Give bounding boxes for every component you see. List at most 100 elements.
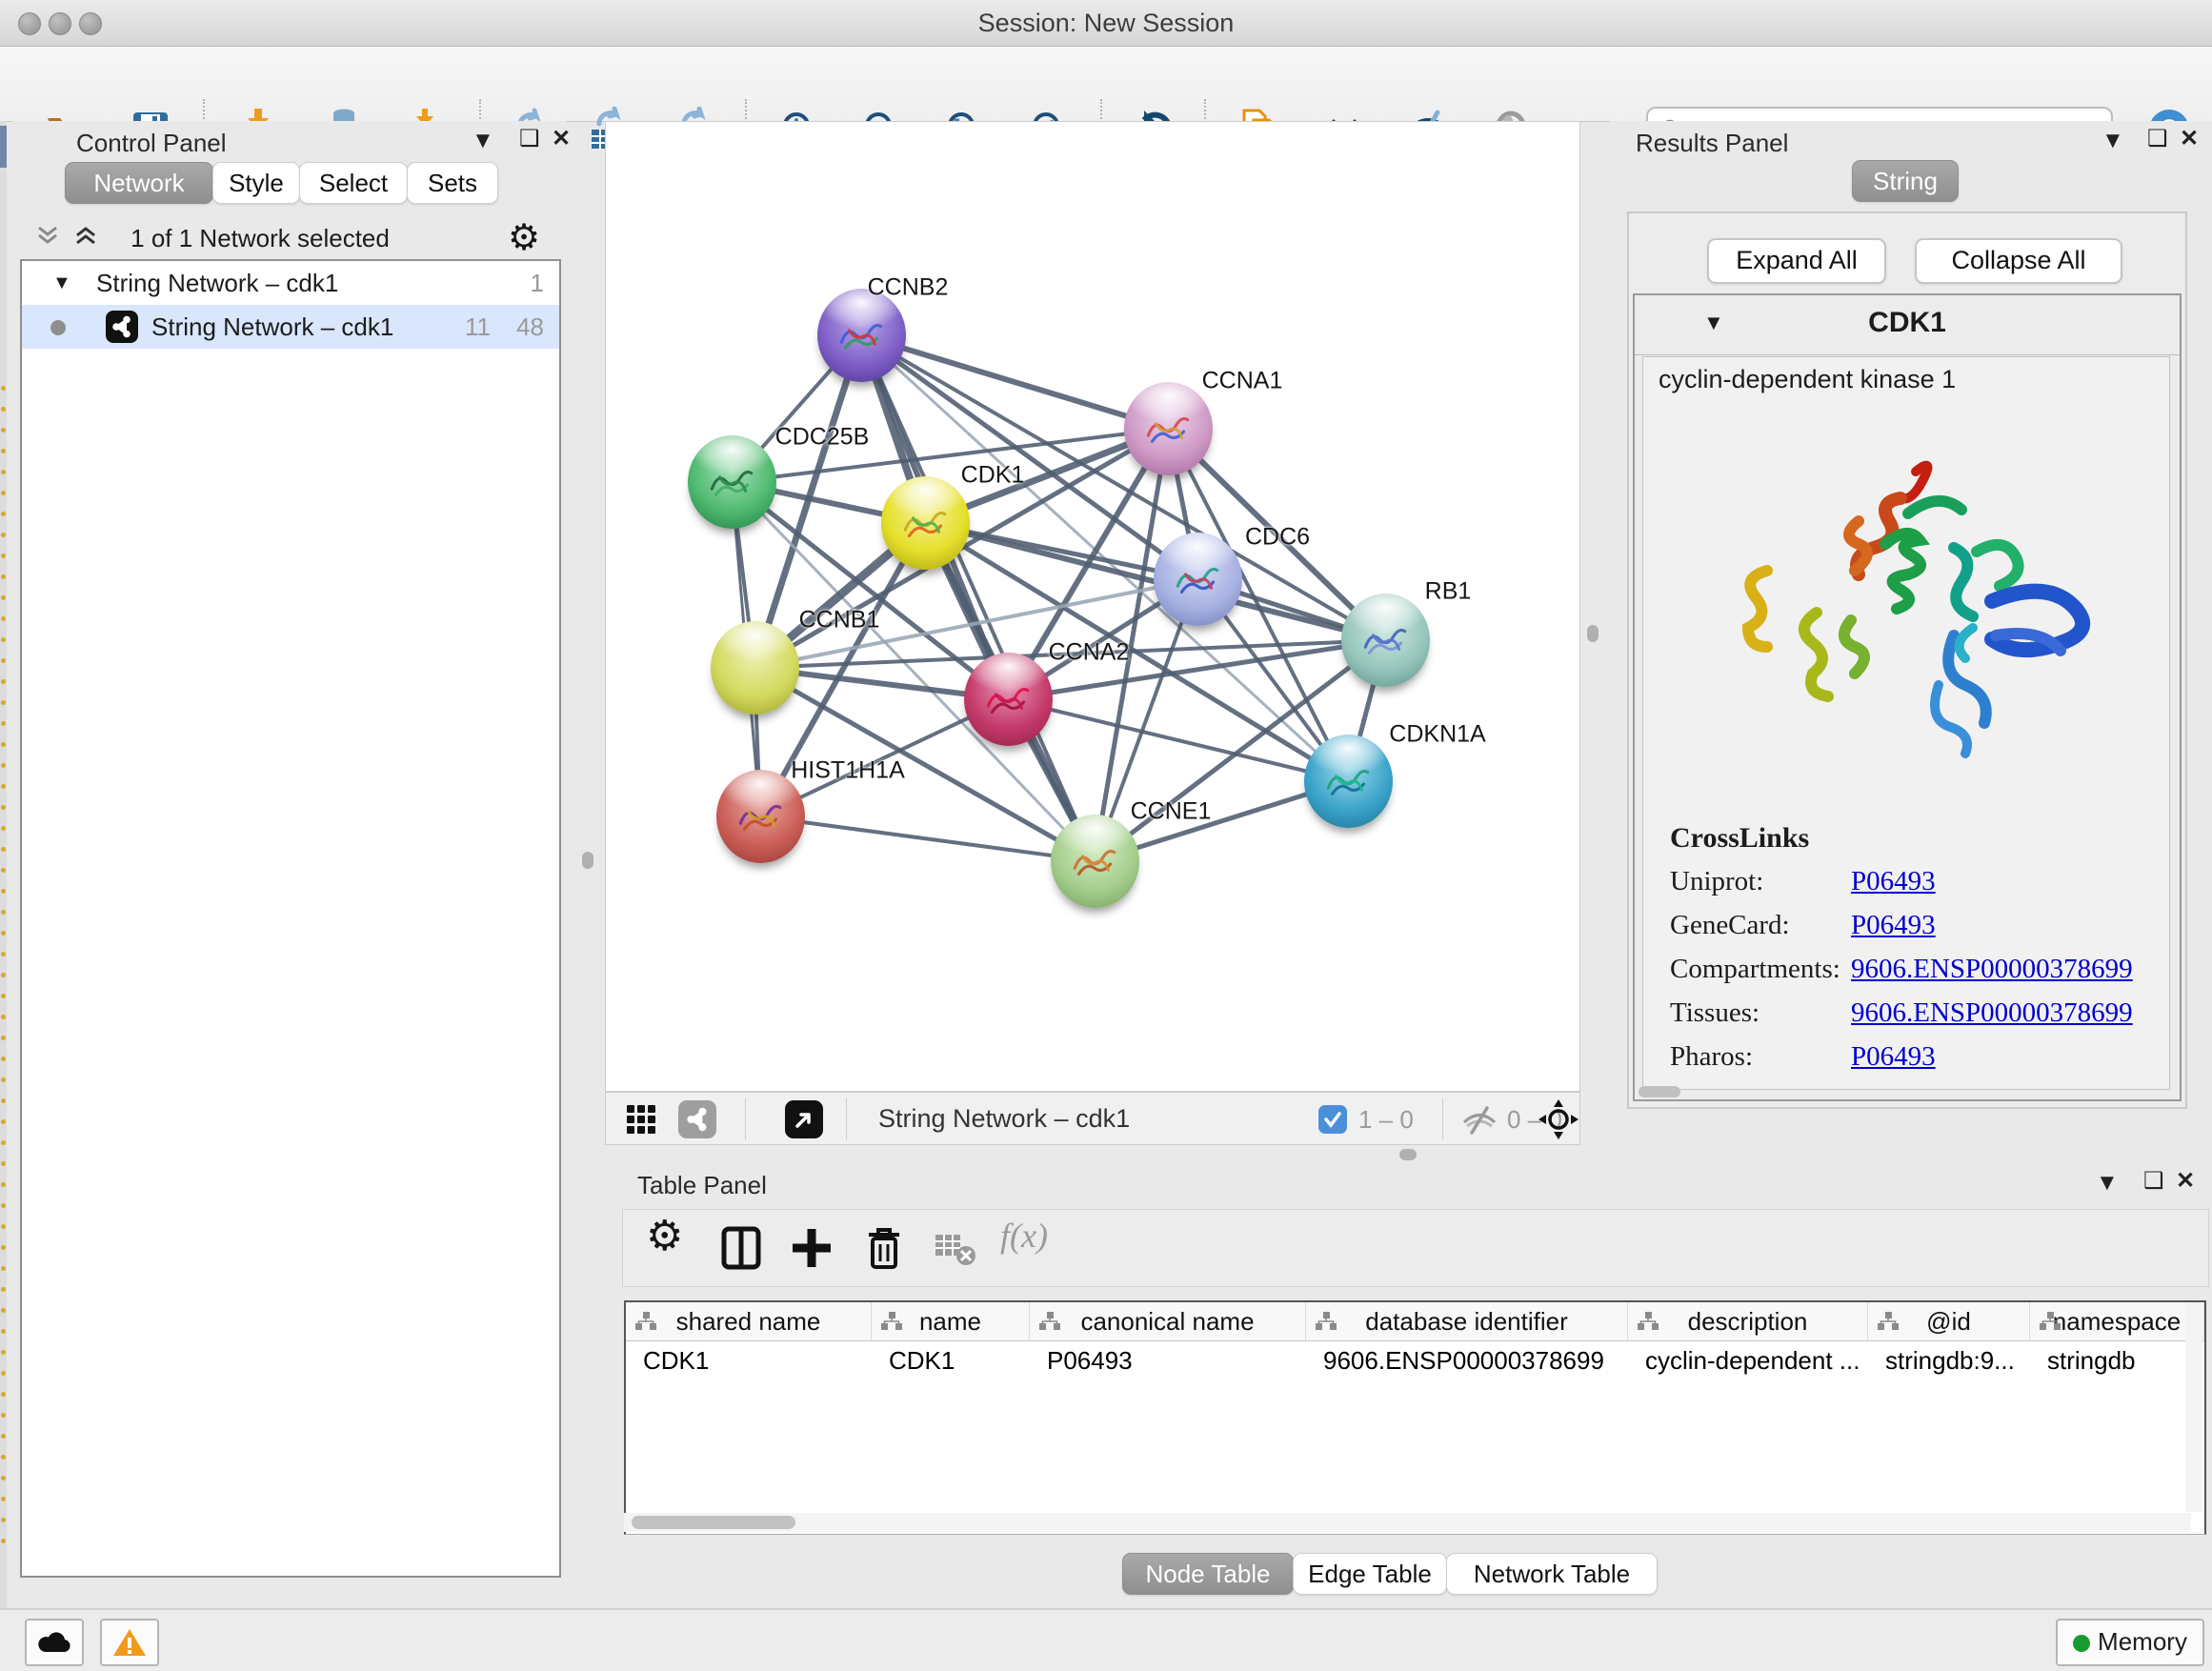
table-panel: Table Panel ▼ ❑ ✕ ⚙ f(x) shared namename… xyxy=(617,1167,2212,1602)
memory-label: Memory xyxy=(2098,1627,2187,1656)
network-node-rb1[interactable] xyxy=(1341,594,1430,687)
grid-view-icon[interactable] xyxy=(625,1103,657,1136)
collapse-all-button[interactable]: Collapse All xyxy=(1915,238,2122,284)
crosslink-link[interactable]: 9606.ENSP00000378699 xyxy=(1851,997,2133,1029)
memory-status-icon xyxy=(2073,1635,2090,1652)
network-view-title: String Network – cdk1 xyxy=(878,1104,1130,1134)
tab-node-table[interactable]: Node Table xyxy=(1122,1553,1294,1595)
column-header-6[interactable]: @id xyxy=(1868,1302,2030,1340)
cloud-button[interactable] xyxy=(25,1619,84,1666)
crosslink-link[interactable]: P06493 xyxy=(1851,866,1936,897)
collection-label: String Network – cdk1 xyxy=(96,261,338,305)
cloud-icon xyxy=(37,1629,71,1654)
network-edge[interactable] xyxy=(861,335,1168,429)
node-structure-icon xyxy=(834,309,889,364)
column-header-1[interactable]: shared name xyxy=(626,1302,872,1340)
crosslink-link[interactable]: 9606.ENSP00000378699 xyxy=(1851,954,2133,985)
network-node-cdkn1a[interactable] xyxy=(1304,735,1393,828)
selected-checkbox-icon[interactable] xyxy=(1318,1105,1347,1134)
expand-all-button[interactable]: Expand All xyxy=(1707,238,1886,284)
network-options-gear-icon[interactable]: ⚙ xyxy=(508,216,540,259)
network-node-ccna1[interactable] xyxy=(1124,382,1213,475)
network-node-count: 11 xyxy=(465,305,491,349)
delete-column-icon[interactable] xyxy=(859,1223,909,1273)
column-tree-icon xyxy=(633,1311,658,1332)
table-cell[interactable]: CDK1 xyxy=(626,1341,872,1379)
column-header-4[interactable]: database identifier xyxy=(1306,1302,1628,1340)
network-node-ccnb2[interactable] xyxy=(817,289,906,382)
tab-string[interactable]: String xyxy=(1852,160,1959,202)
show-columns-icon[interactable] xyxy=(716,1223,766,1273)
tab-network[interactable]: Network xyxy=(65,162,213,204)
node-structure-icon xyxy=(1067,835,1122,890)
column-header-7[interactable]: namespace xyxy=(2030,1302,2204,1340)
bottom-split-handle[interactable] xyxy=(1399,1149,1417,1160)
network-node-ccna2[interactable] xyxy=(964,653,1053,746)
network-row-selected[interactable]: String Network – cdk1 11 48 xyxy=(22,305,559,349)
network-edge[interactable] xyxy=(760,816,1095,861)
control-panel-close-icon[interactable]: ✕ xyxy=(552,127,571,151)
tab-style[interactable]: Style xyxy=(212,162,300,204)
node-label: CDK1 xyxy=(961,462,1025,490)
table-gear-icon[interactable]: ⚙ xyxy=(646,1212,683,1260)
tab-select[interactable]: Select xyxy=(299,162,408,204)
network-collection-row[interactable]: ▼ String Network – cdk1 1 xyxy=(22,261,559,305)
node-structure-icon xyxy=(1320,755,1376,810)
table-cell[interactable]: P06493 xyxy=(1030,1341,1306,1379)
table-panel-close-icon[interactable]: ✕ xyxy=(2176,1169,2195,1194)
table-panel-float-icon[interactable]: ❑ xyxy=(2143,1169,2164,1194)
node-table: shared name namecanonical namedatabase id… xyxy=(624,1300,2206,1535)
crosslink-link[interactable]: P06493 xyxy=(1851,1041,1936,1073)
table-panel-menu-icon[interactable]: ▼ xyxy=(2096,1171,2119,1196)
card-hscroll-thumb[interactable] xyxy=(1639,1086,1680,1097)
network-node-cdc25b[interactable] xyxy=(688,435,776,529)
column-header-label: shared name xyxy=(676,1307,821,1336)
protein-card-body: cyclin-dependent kinase 1 xyxy=(1642,356,2170,1090)
table-vscroll[interactable] xyxy=(2185,1302,2202,1512)
tab-sets[interactable]: Sets xyxy=(407,162,498,204)
control-panel-title: Control Panel xyxy=(76,129,227,158)
network-node-ccne1[interactable] xyxy=(1051,815,1139,908)
column-header-5[interactable]: description xyxy=(1628,1302,1868,1340)
control-panel-float-icon[interactable]: ❑ xyxy=(519,127,540,151)
table-hscroll-thumb[interactable] xyxy=(632,1516,795,1529)
column-header-2[interactable]: name xyxy=(872,1302,1030,1340)
birdseye-view-icon[interactable] xyxy=(785,1100,823,1138)
results-panel-float-icon[interactable]: ❑ xyxy=(2147,127,2168,151)
background-window-sliver xyxy=(0,121,7,1671)
results-panel-close-icon[interactable]: ✕ xyxy=(2180,127,2199,151)
collection-expand-icon[interactable]: ▼ xyxy=(52,261,71,305)
crosslink-link[interactable]: P06493 xyxy=(1851,910,1936,941)
network-node-cdk1[interactable] xyxy=(881,476,970,570)
warning-button[interactable] xyxy=(100,1619,159,1666)
node-structure-icon xyxy=(733,790,788,845)
fit-selected-crosshair-icon[interactable] xyxy=(1538,1098,1579,1140)
table-cell[interactable]: stringdb:9... xyxy=(1868,1341,2030,1379)
table-cell[interactable]: 9606.ENSP00000378699 xyxy=(1306,1341,1628,1379)
network-canvas[interactable]: CCNB2CCNA1CDC25BCDK1CDC6RB1CCNB1CCNA2CDK… xyxy=(605,121,1580,1092)
column-tree-icon xyxy=(1636,1311,1660,1332)
node-structure-icon xyxy=(897,496,953,552)
network-node-cdc6[interactable] xyxy=(1154,533,1242,626)
tab-edge-table[interactable]: Edge Table xyxy=(1293,1553,1447,1595)
column-header-3[interactable]: canonical name xyxy=(1030,1302,1306,1340)
results-panel-menu-icon[interactable]: ▼ xyxy=(2101,129,2124,153)
memory-button[interactable]: Memory xyxy=(2056,1619,2204,1666)
tab-network-table[interactable]: Network Table xyxy=(1446,1553,1658,1595)
network-node-ccnb1[interactable] xyxy=(711,621,799,715)
control-panel-menu-icon[interactable]: ▼ xyxy=(472,129,494,153)
protein-name: CDK1 xyxy=(1635,307,2180,339)
node-label: CDKN1A xyxy=(1389,721,1485,749)
node-structure-icon xyxy=(1170,553,1225,608)
table-hscroll[interactable] xyxy=(624,1513,2191,1532)
protein-card-header[interactable]: ▼ CDK1 xyxy=(1635,295,2180,355)
table-cell[interactable]: stringdb xyxy=(2030,1341,2204,1379)
table-cell[interactable]: CDK1 xyxy=(872,1341,1030,1379)
column-tree-icon xyxy=(1876,1311,1900,1332)
right-split-handle[interactable] xyxy=(1587,625,1599,642)
hidden-eye-icon xyxy=(1461,1106,1498,1135)
network-share-icon[interactable] xyxy=(678,1100,716,1138)
table-cell[interactable]: cyclin-dependent ... xyxy=(1628,1341,1868,1379)
add-column-icon[interactable] xyxy=(787,1223,836,1273)
left-split-handle[interactable] xyxy=(582,852,593,869)
